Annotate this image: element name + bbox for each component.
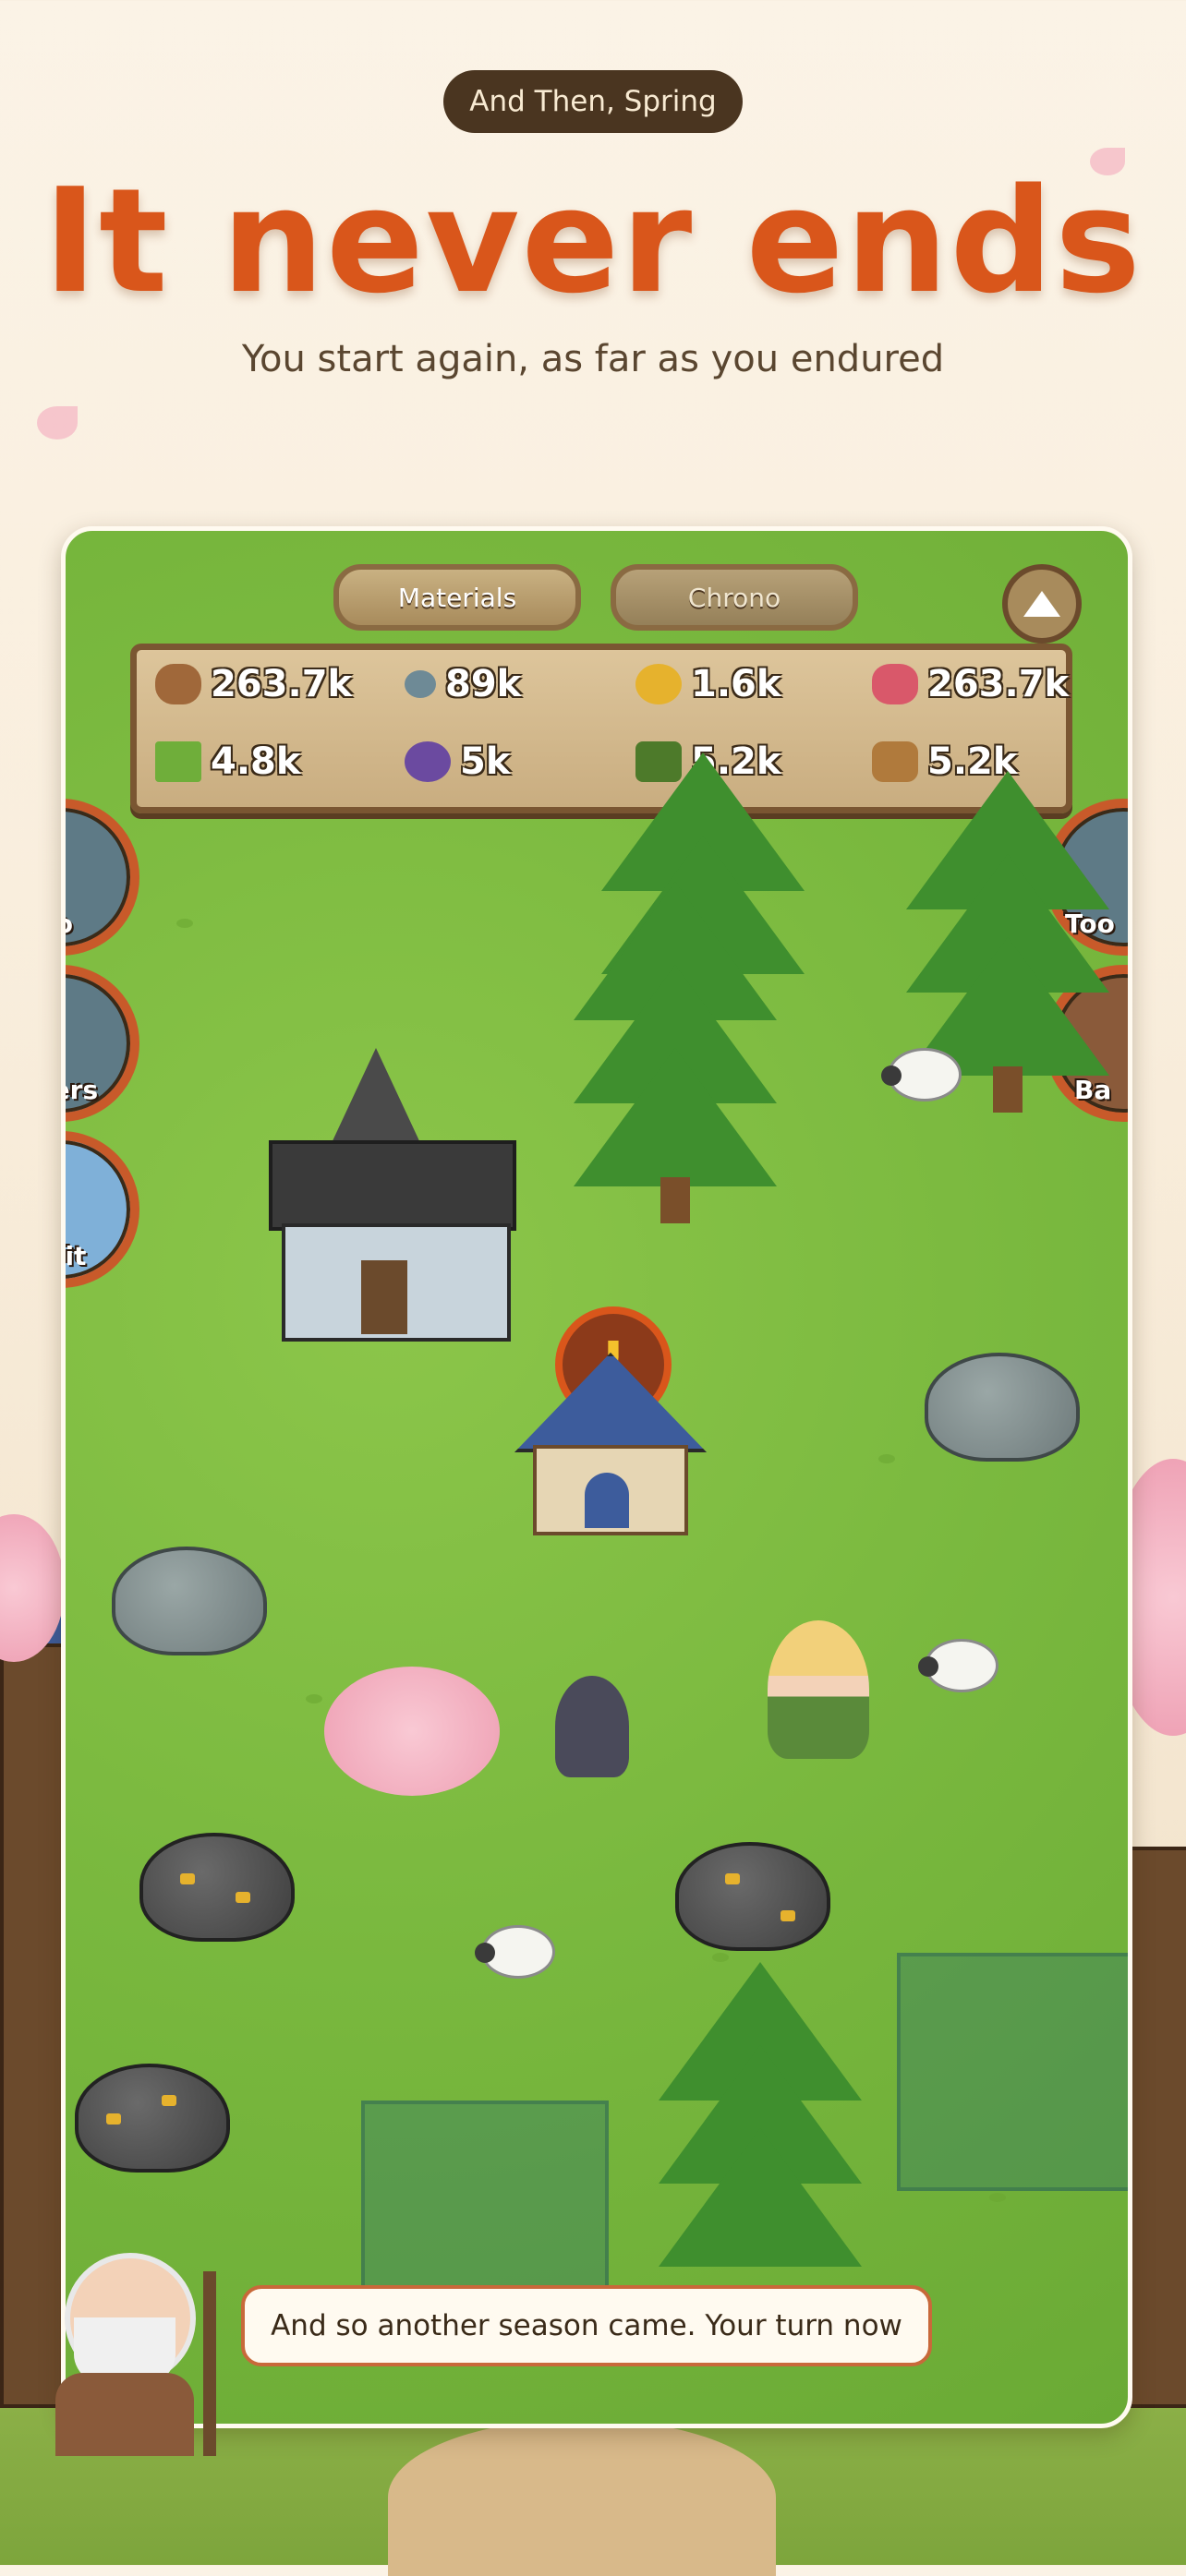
- stone-icon: [405, 670, 436, 698]
- chapter-pill: And Then, Spring: [443, 70, 743, 133]
- resource-herb: 4.8k: [155, 740, 300, 783]
- tab-chrono[interactable]: Chrono: [611, 564, 858, 631]
- menu-label: ero: [66, 909, 163, 939]
- herb-icon: [155, 741, 201, 782]
- ghost-blueprint-building[interactable]: [361, 2101, 609, 2293]
- grass-tuft: [306, 1694, 322, 1703]
- resource-wood: 263.7k: [155, 663, 352, 705]
- resource-value: 1.6k: [691, 663, 781, 705]
- gardener-girl[interactable]: [768, 1620, 869, 1759]
- spirit-level: v73: [66, 1155, 158, 1178]
- meat-icon: [872, 664, 918, 704]
- page-headline: It never ends: [43, 157, 1143, 325]
- menu-label: pirit: [65, 1241, 87, 1271]
- resource-value: 263.7k: [211, 663, 353, 705]
- hooded-villager[interactable]: [555, 1676, 629, 1777]
- grass-tuft: [712, 1953, 729, 1962]
- gold-ore-rock[interactable]: [75, 2064, 230, 2173]
- right-building: [1127, 1847, 1186, 2408]
- gold-icon: [635, 664, 682, 704]
- chapel-building[interactable]: [269, 1048, 516, 1353]
- menu-hero-button[interactable]: ero: [66, 799, 139, 956]
- resource-value: 5k: [460, 740, 511, 783]
- page-subtitle: You start again, as far as you endured: [241, 338, 945, 380]
- triangle-up-icon: [1023, 591, 1060, 617]
- resource-value: 263.7k: [927, 663, 1070, 705]
- dirt-path: [388, 2419, 776, 2576]
- sheep[interactable]: [475, 1925, 555, 1979]
- grass-tuft: [176, 919, 193, 928]
- menu-spirit-button[interactable]: v73 pirit: [66, 1131, 139, 1288]
- menu-label: diers: [66, 1075, 99, 1105]
- main-house-building[interactable]: [514, 1316, 707, 1535]
- resource-value: 4.8k: [211, 740, 301, 783]
- sheep[interactable]: [881, 1048, 962, 1101]
- resource-meat: 263.7k: [872, 663, 1069, 705]
- menu-label: Ba: [1074, 1075, 1112, 1105]
- petal-decoration: [37, 406, 78, 439]
- game-screen[interactable]: Materials Chrono 263.7k 89k 1.6k 263.7k …: [61, 526, 1132, 2428]
- sheep[interactable]: [918, 1639, 998, 1692]
- grass-tuft: [989, 2193, 1006, 2202]
- resource-value: 89k: [445, 663, 522, 705]
- wood-log-icon: [155, 664, 201, 704]
- tab-materials[interactable]: Materials: [333, 564, 581, 631]
- stone-rock[interactable]: [112, 1547, 267, 1655]
- resource-crystal: 5k: [405, 740, 510, 783]
- resource-stone: 89k: [405, 663, 521, 705]
- menu-soldiers-button[interactable]: diers: [66, 965, 139, 1122]
- gold-ore-rock[interactable]: [139, 1833, 295, 1942]
- stone-rock[interactable]: [925, 1353, 1080, 1462]
- dialog-bubble[interactable]: And so another season came. Your turn no…: [241, 2285, 932, 2366]
- crystal-icon: [405, 741, 451, 782]
- cherry-bush[interactable]: [324, 1667, 500, 1796]
- elder-narrator: [46, 2253, 231, 2456]
- grass-tuft: [878, 1454, 895, 1463]
- resource-gold: 1.6k: [635, 663, 781, 705]
- ghost-blueprint-building[interactable]: [897, 1953, 1128, 2191]
- collapse-up-button[interactable]: [1002, 564, 1082, 644]
- gold-ore-rock[interactable]: [675, 1842, 830, 1951]
